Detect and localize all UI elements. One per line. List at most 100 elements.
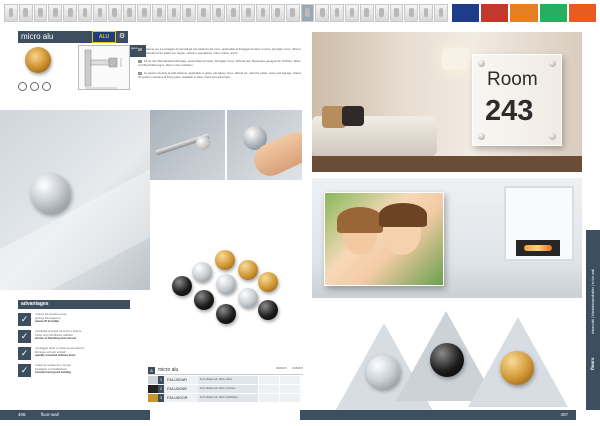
sign-cap	[549, 133, 556, 140]
product-thumbnail[interactable]	[33, 4, 48, 22]
advantages-box: advantages ✓ minimo ad elevata tenuta geri…	[18, 300, 130, 377]
screw-head	[196, 136, 210, 150]
advantage-item: ✓ massima resistenza e tenuta Festigkeit u…	[18, 363, 130, 377]
advantages-title: advantages	[18, 300, 130, 309]
mounting-screw-photo	[150, 110, 225, 180]
caps-assortment-photo	[160, 240, 280, 355]
advantage-text: massima resistenza e tenuta Festigkeit un…	[35, 363, 71, 375]
category-tab-5[interactable]	[568, 4, 597, 22]
technical-diagram	[78, 45, 130, 90]
hair	[379, 203, 427, 227]
table-cell	[280, 376, 300, 384]
silver-cap	[216, 274, 236, 294]
product-thumbnail[interactable]	[256, 4, 270, 22]
category-tab-4[interactable]	[539, 4, 567, 22]
product-thumbnail[interactable]	[404, 4, 419, 22]
product-thumbnail[interactable]	[48, 4, 63, 22]
black-cap	[194, 290, 214, 310]
product-thumbnail[interactable]	[241, 4, 256, 22]
table-row: 3 FALU50OR Kurz-distanz alu 18mm goldfarbe…	[148, 394, 303, 402]
category-tab-3[interactable]	[510, 4, 538, 22]
silver-cap	[366, 355, 400, 389]
product-thumbnail[interactable]	[359, 4, 374, 22]
wall-lamp	[442, 48, 470, 70]
product-thumbnail[interactable]	[226, 4, 241, 22]
color-swatch	[148, 376, 158, 384]
category-tabs	[452, 4, 597, 22]
product-code: FALU50AR	[164, 376, 198, 384]
advantage-item: ✓ montaggio facile e rapido senza attrezz…	[18, 346, 130, 360]
category-tab-1[interactable]	[452, 4, 480, 22]
product-thumbnail[interactable]	[78, 4, 92, 22]
silver-cap	[192, 262, 212, 282]
product-thumbnail[interactable]	[107, 4, 122, 22]
advantage-text: possibilità di scelta fra colori e finit…	[35, 329, 82, 341]
caps-on-glass-photo	[312, 305, 582, 410]
product-thumbnail[interactable]	[345, 4, 359, 22]
checkmark-icon: ✓	[18, 347, 31, 360]
product-description: Kurz-distanz alu 18mm goldfarben	[198, 394, 258, 402]
room-sign: Room 243	[472, 54, 562, 146]
table-cell	[259, 394, 279, 402]
category-tab-2[interactable]	[481, 4, 509, 22]
glass-panel-image	[0, 110, 150, 290]
column-header: Ø18/Ø15	[292, 367, 303, 370]
table-cell	[259, 385, 279, 393]
table-row: 1 FALU50AR Kurz-distanz alu 18mm silber	[148, 376, 303, 384]
pillow	[342, 106, 364, 126]
checkmark-icon: ✓	[18, 364, 31, 377]
product-thumbnail[interactable]	[63, 4, 78, 22]
product-description: Kurz-distanz alu 18mm schwarz	[198, 385, 258, 393]
table-rows: 1 FALU50AR Kurz-distanz alu 18mm silber 2 FA…	[148, 376, 303, 402]
product-thumbnail[interactable]	[181, 4, 196, 22]
hair	[337, 207, 383, 233]
product-thumbnail[interactable]	[434, 4, 448, 22]
drill-icon	[30, 82, 39, 91]
advantage-text: minimo ad elevata tenuta geringe Montagez…	[35, 312, 67, 324]
children-photo-panel	[324, 192, 444, 286]
product-thumbnail[interactable]	[330, 4, 345, 22]
product-thumbnail[interactable]	[4, 4, 18, 22]
product-code: FALU50NE	[164, 385, 198, 393]
product-thumbnail[interactable]	[152, 4, 167, 22]
cap-mounting-photo	[227, 110, 302, 180]
product-thumbnail[interactable]	[285, 4, 300, 22]
advantage-item: ✓ minimo ad elevata tenuta geringe Montage…	[18, 312, 130, 326]
product-thumbnail[interactable]	[137, 4, 152, 22]
color-swatch	[148, 385, 158, 393]
sign-cap	[478, 133, 485, 140]
product-thumbnail[interactable]	[389, 4, 404, 22]
gold-cap	[258, 272, 278, 292]
sign-room-text: Room	[487, 69, 538, 90]
table-badge: A	[148, 366, 155, 374]
description-english: for panel mounting at wall distance, app…	[138, 71, 302, 79]
table-cell	[259, 376, 279, 384]
footer-right: 407	[300, 410, 576, 420]
product-thumbnail[interactable]	[196, 4, 211, 22]
section-name: floor-wall	[40, 412, 59, 417]
silver-cap	[238, 288, 258, 308]
column-header: Ø18/Ø15	[275, 367, 287, 370]
gold-cap	[500, 351, 534, 385]
product-thumbnail[interactable]	[122, 4, 137, 22]
table-row: 2 FALU50NE Kurz-distanz alu 18mm schwarz	[148, 385, 303, 393]
product-thumbnail[interactable]	[92, 4, 107, 22]
product-thumbnail[interactable]	[270, 4, 285, 22]
process-icons	[18, 82, 51, 91]
diagram-drawing	[84, 49, 122, 89]
table-column-headers: Ø18/Ø15 Ø18/Ø15	[276, 367, 303, 370]
product-thumbnail[interactable]	[374, 4, 389, 22]
product-thumbnail[interactable]	[419, 4, 434, 22]
product-thumbnail[interactable]	[167, 4, 181, 22]
living-room-photo	[312, 178, 582, 298]
sign-room-number: 243	[485, 95, 534, 127]
sign-cap	[549, 60, 556, 67]
product-thumbnail[interactable]	[315, 4, 330, 22]
checkmark-icon: ✓	[18, 330, 31, 343]
product-thumbnail[interactable]	[300, 4, 315, 22]
color-swatch	[148, 394, 158, 402]
product-thumbnail[interactable]	[18, 4, 33, 22]
product-description: Kurz-distanz alu 18mm silber	[198, 376, 258, 384]
product-thumbnail[interactable]	[211, 4, 226, 22]
side-tab-text: distanziali | Wandabstandhalter | to the…	[591, 269, 595, 334]
